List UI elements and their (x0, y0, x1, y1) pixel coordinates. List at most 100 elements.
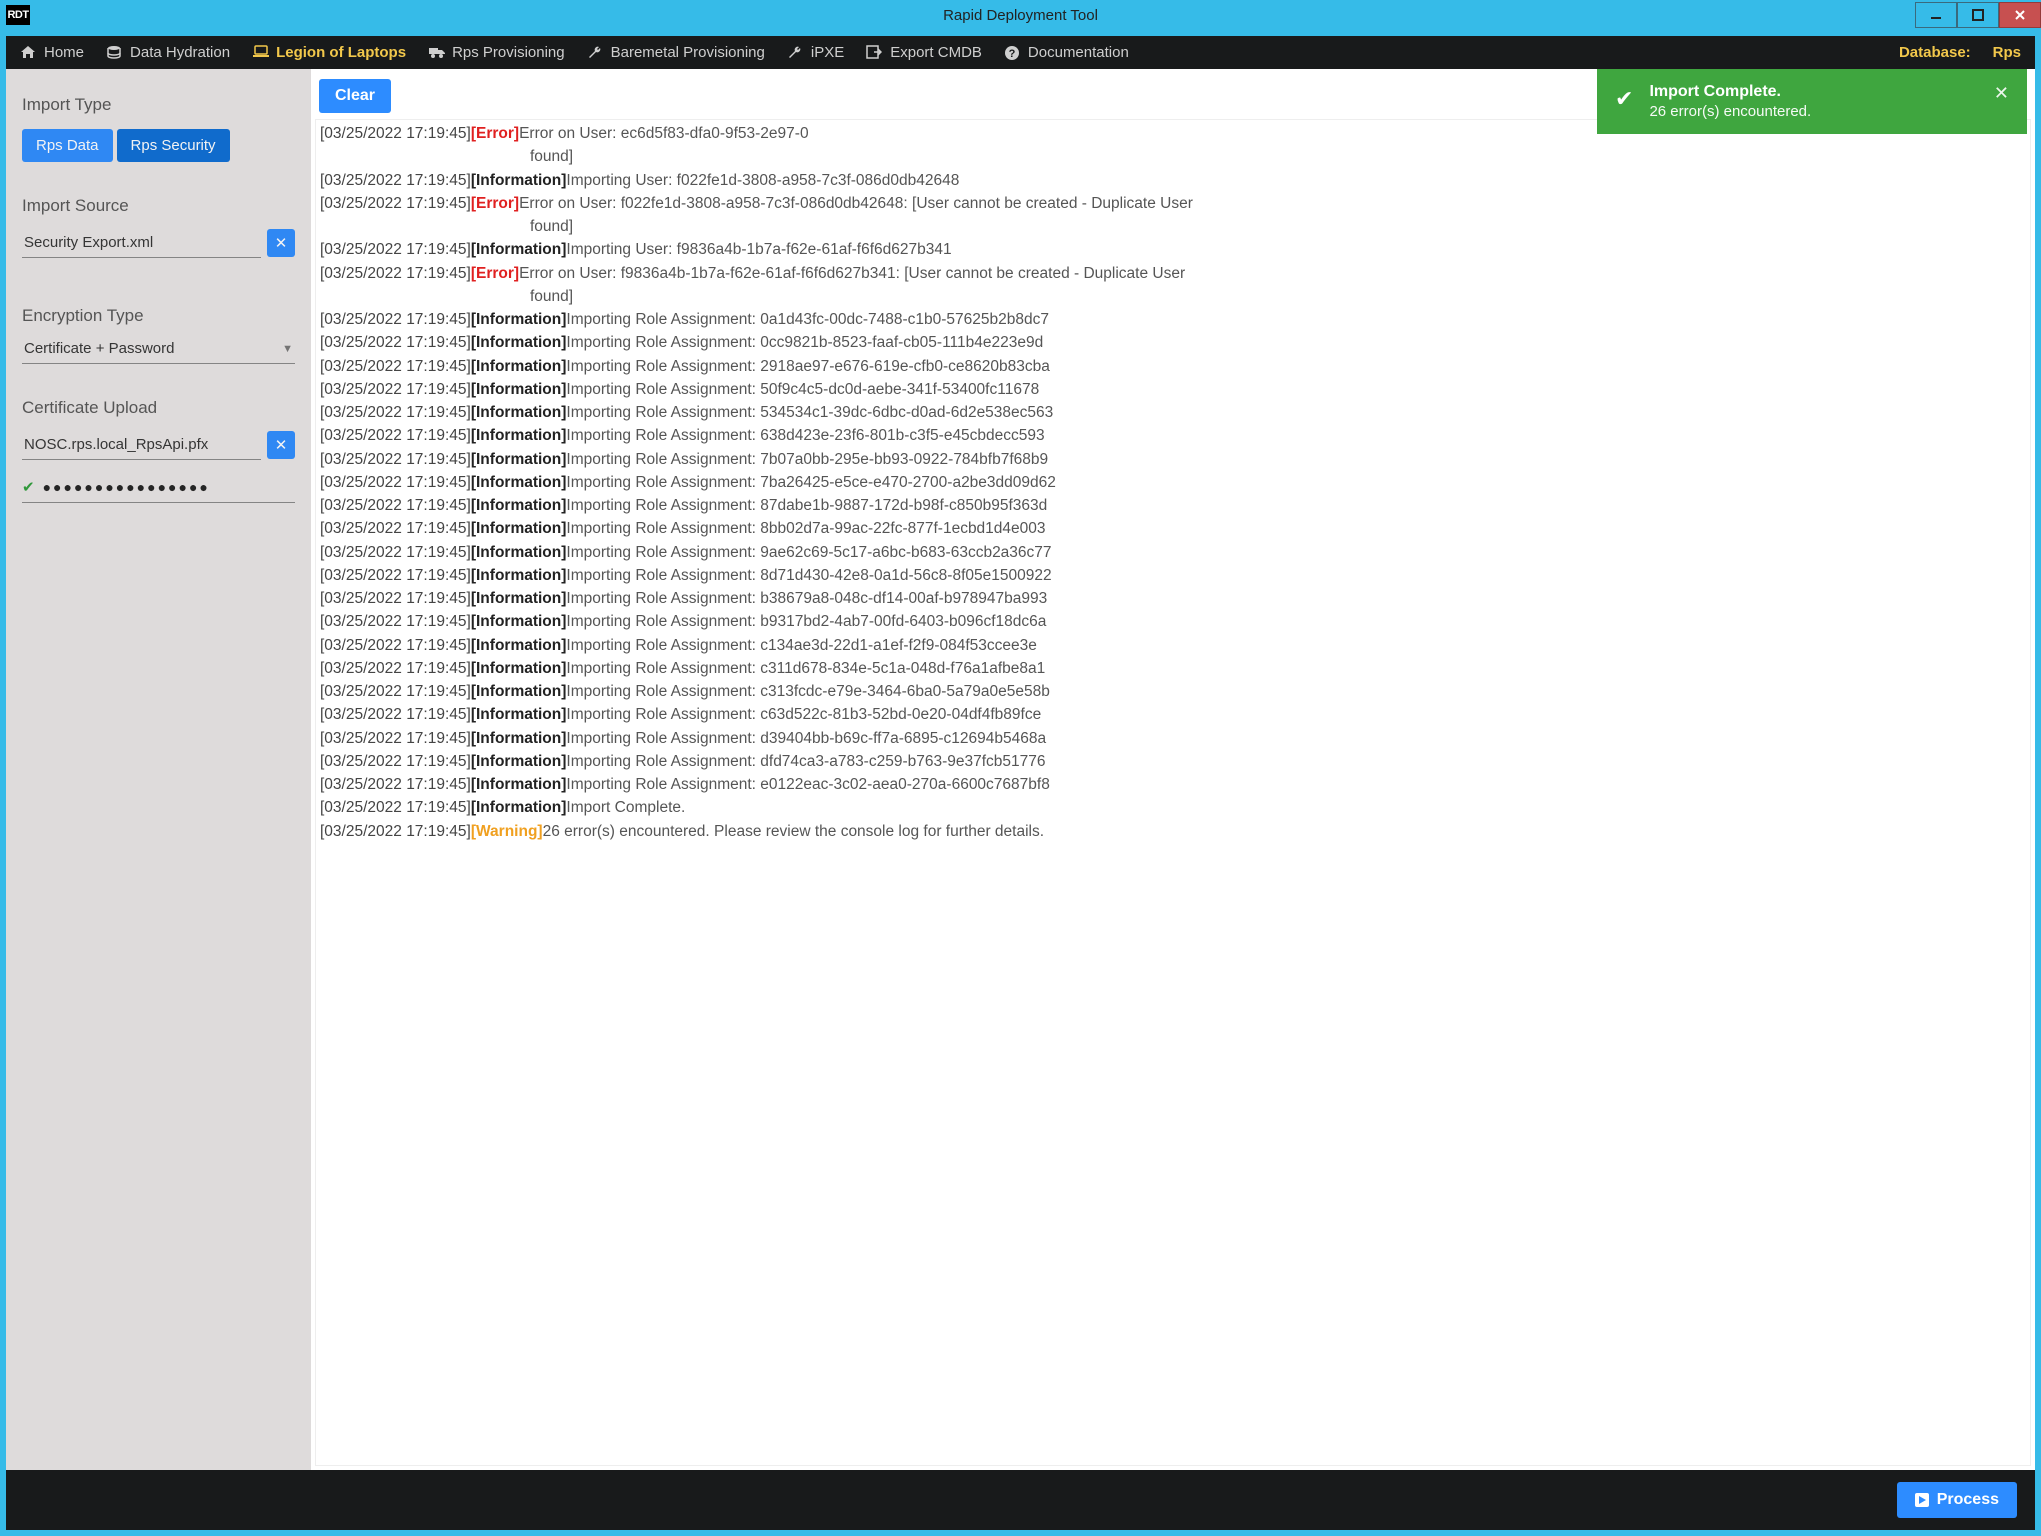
nav-item-legion-of-laptops[interactable]: Legion of Laptops (252, 44, 406, 61)
log-timestamp: [03/25/2022 17:19:45] (320, 311, 471, 328)
log-line: [03/25/2022 17:19:45][Information]Import… (320, 355, 2026, 378)
minimize-button[interactable] (1915, 2, 1957, 28)
nav-item-label: Home (44, 44, 84, 61)
clear-button[interactable]: Clear (319, 79, 391, 113)
log-timestamp: [03/25/2022 17:19:45] (320, 241, 471, 258)
close-button[interactable] (1999, 2, 2041, 28)
log-level: [Information] (471, 404, 567, 421)
maximize-button[interactable] (1957, 2, 1999, 28)
log-message: Error on User: ec6d5f83-dfa0-9f53-2e97-0 (519, 125, 809, 142)
log-level: [Error] (471, 125, 519, 142)
log-level: [Information] (471, 172, 567, 189)
encryption-type-label: Encryption Type (22, 306, 295, 326)
log-level: [Information] (471, 474, 567, 491)
laptop-icon (252, 45, 269, 60)
nav-item-ipxe[interactable]: iPXE (787, 44, 844, 61)
log-timestamp: [03/25/2022 17:19:45] (320, 334, 471, 351)
encryption-type-select[interactable]: Certificate + Password ▼ (22, 334, 295, 364)
import-type-toggle: Rps Data Rps Security (22, 129, 295, 162)
stack-icon (106, 45, 123, 60)
certificate-file-input[interactable] (22, 430, 261, 460)
help-icon: ? (1004, 45, 1021, 60)
log-level: [Information] (471, 311, 567, 328)
nav-item-home[interactable]: Home (20, 44, 84, 61)
window-controls (1915, 2, 2041, 28)
log-line: [03/25/2022 17:19:45][Warning]26 error(s… (320, 820, 2026, 843)
certificate-upload-label: Certificate Upload (22, 398, 295, 418)
log-level: [Information] (471, 567, 567, 584)
encryption-type-value: Certificate + Password (24, 340, 174, 357)
log-message: Importing Role Assignment: 8bb02d7a-99ac… (566, 520, 1045, 537)
nav-item-rps-provisioning[interactable]: Rps Provisioning (428, 44, 565, 61)
log-message: Importing Role Assignment: b9317bd2-4ab7… (566, 613, 1046, 630)
log-timestamp: [03/25/2022 17:19:45] (320, 381, 471, 398)
log-level: [Information] (471, 451, 567, 468)
log-line: [03/25/2022 17:19:45][Information]Import… (320, 727, 2026, 750)
log-message: Error on User: f022fe1d-3808-a958-7c3f-0… (519, 195, 1193, 212)
import-source-input[interactable] (22, 228, 261, 258)
log-level: [Information] (471, 497, 567, 514)
close-icon: ✕ (275, 234, 288, 252)
log-level: [Information] (471, 730, 567, 747)
svg-text:?: ? (1009, 48, 1016, 60)
nav-item-baremetal-provisioning[interactable]: Baremetal Provisioning (587, 44, 765, 61)
log-timestamp: [03/25/2022 17:19:45] (320, 427, 471, 444)
log-timestamp: [03/25/2022 17:19:45] (320, 637, 471, 654)
nav-item-data-hydration[interactable]: Data Hydration (106, 44, 230, 61)
certificate-password-field[interactable]: ●●●●●●●●●●●●●●●● (43, 479, 210, 495)
log-timestamp: [03/25/2022 17:19:45] (320, 195, 471, 212)
nav-item-export-cmdb[interactable]: Export CMDB (866, 44, 982, 61)
log-line: [03/25/2022 17:19:45][Information]Import… (320, 541, 2026, 564)
log-level: [Information] (471, 544, 567, 561)
log-message: Importing Role Assignment: c134ae3d-22d1… (566, 637, 1036, 654)
log-message: Importing Role Assignment: 2918ae97-e676… (566, 358, 1049, 375)
process-button[interactable]: Process (1897, 1482, 2017, 1518)
import-type-rps-security[interactable]: Rps Security (117, 129, 230, 162)
log-level: [Information] (471, 427, 567, 444)
log-line: [03/25/2022 17:19:45][Information]Import… (320, 750, 2026, 773)
log-message: Importing Role Assignment: 0a1d43fc-00dc… (566, 311, 1049, 328)
log-message: Importing Role Assignment: 50f9c4c5-dc0d… (566, 381, 1039, 398)
log-timestamp: [03/25/2022 17:19:45] (320, 776, 471, 793)
check-icon: ✔ (22, 478, 35, 496)
log-level: [Information] (471, 520, 567, 537)
log-message: Error on User: f9836a4b-1b7a-f62e-61af-f… (519, 265, 1185, 282)
log-line: [03/25/2022 17:19:45][Information]Import… (320, 401, 2026, 424)
nav-item-label: Data Hydration (130, 44, 230, 61)
database-value: Rps (1993, 44, 2021, 61)
process-button-label: Process (1937, 1491, 1999, 1509)
log-level: [Information] (471, 613, 567, 630)
log-timestamp: [03/25/2022 17:19:45] (320, 497, 471, 514)
log-timestamp: [03/25/2022 17:19:45] (320, 265, 471, 282)
log-line: [03/25/2022 17:19:45][Information]Import… (320, 238, 2026, 261)
log-line: [03/25/2022 17:19:45][Information]Import… (320, 378, 2026, 401)
log-timestamp: [03/25/2022 17:19:45] (320, 753, 471, 770)
log-message: Importing Role Assignment: c313fcdc-e79e… (566, 683, 1049, 700)
log-level: [Information] (471, 776, 567, 793)
log-timestamp: [03/25/2022 17:19:45] (320, 474, 471, 491)
import-source-label: Import Source (22, 196, 295, 216)
log-level: [Information] (471, 381, 567, 398)
certificate-file-clear-button[interactable]: ✕ (267, 431, 295, 459)
nav-item-documentation[interactable]: ? Documentation (1004, 44, 1129, 61)
import-type-rps-data[interactable]: Rps Data (22, 129, 113, 162)
log-line: [03/25/2022 17:19:45][Information]Import… (320, 703, 2026, 726)
nav-item-label: Documentation (1028, 44, 1129, 61)
log-line: [03/25/2022 17:19:45][Information]Import… (320, 680, 2026, 703)
toast-close-button[interactable]: ✕ (1994, 83, 2009, 104)
log-line: [03/25/2022 17:19:45][Information]Import… (320, 610, 2026, 633)
import-source-clear-button[interactable]: ✕ (267, 229, 295, 257)
window-title: Rapid Deployment Tool (943, 7, 1098, 24)
log-level: [Information] (471, 683, 567, 700)
nav-item-label: Rps Provisioning (452, 44, 565, 61)
log-level: [Information] (471, 241, 567, 258)
nav-item-label: iPXE (811, 44, 844, 61)
nav-item-label: Export CMDB (890, 44, 982, 61)
log-level: [Information] (471, 660, 567, 677)
wrench-icon (787, 45, 804, 60)
console-log[interactable]: [03/25/2022 17:19:45][Error]Error on Use… (315, 119, 2031, 1466)
log-line: [03/25/2022 17:19:45][Information]Import… (320, 634, 2026, 657)
log-message: Importing Role Assignment: c63d522c-81b3… (566, 706, 1041, 723)
log-line: [03/25/2022 17:19:45][Information]Import… (320, 471, 2026, 494)
main-panel: Clear ✔ Import Complete. 26 error(s) enc… (311, 69, 2035, 1470)
